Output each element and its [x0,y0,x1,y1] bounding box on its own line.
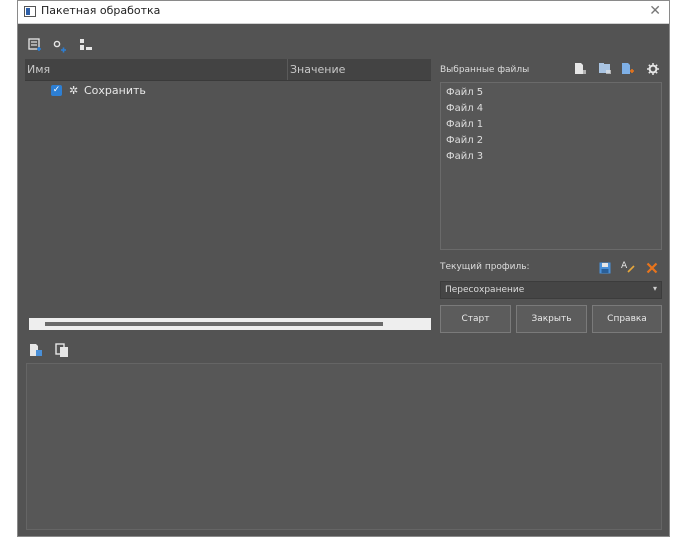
close-button[interactable]: Закрыть [516,305,587,333]
add-folder-icon[interactable] [598,60,612,79]
gear-icon: ✲ [69,84,79,97]
profile-select-value: Пересохранение [445,285,525,295]
selected-files-list[interactable]: Файл 5 Файл 4 Файл 1 Файл 2 Файл 3 [440,82,662,250]
scrollbar-thumb[interactable] [45,322,383,326]
help-button[interactable]: Справка [592,305,662,333]
list-item[interactable]: Файл 4 [446,103,483,114]
add-file-plus-icon[interactable] [621,60,635,79]
remove-item-icon[interactable] [79,37,93,56]
title-bar: Пакетная обработка ✕ [18,1,669,24]
save-checkbox[interactable]: ✓ [51,85,62,96]
tree-header: Имя Значение [25,59,431,81]
horizontal-scrollbar[interactable] [29,318,431,330]
delete-profile-icon[interactable] [646,259,658,278]
chevron-down-icon: ▾ [652,284,657,293]
add-list-icon[interactable] [28,37,42,56]
add-file-icon[interactable] [574,60,587,79]
app-window-icon [24,6,36,17]
svg-text:A: A [621,261,628,271]
parameters-tree: Имя Значение ✓ ✲ Сохранить [25,59,431,314]
column-name-header[interactable]: Имя [27,63,50,76]
profile-select[interactable]: Пересохранение ▾ [440,281,662,299]
export-log-icon[interactable] [29,342,43,361]
log-output-panel[interactable] [26,363,662,530]
start-button[interactable]: Старт [440,305,511,333]
rename-profile-icon[interactable]: A [621,258,635,277]
list-item[interactable]: Файл 5 [446,87,483,98]
column-separator [287,59,288,80]
list-item[interactable]: Файл 2 [446,135,483,146]
copy-log-icon[interactable] [55,342,69,361]
add-gear-icon[interactable] [53,38,67,57]
list-item[interactable]: Файл 1 [446,119,483,130]
close-window-button[interactable]: ✕ [649,3,661,19]
settings-gear-icon[interactable] [647,60,659,79]
list-item[interactable]: Файл 3 [446,151,483,162]
save-profile-icon[interactable] [599,259,611,278]
current-profile-label: Текущий профиль: [440,262,530,272]
selected-files-label: Выбранные файлы [440,65,530,75]
tree-row-label: Сохранить [84,84,146,97]
window-title: Пакетная обработка [41,4,161,17]
column-value-header[interactable]: Значение [290,63,345,76]
batch-processing-window: Пакетная обработка ✕ Имя Значение ✓ ✲ Со… [17,0,670,537]
